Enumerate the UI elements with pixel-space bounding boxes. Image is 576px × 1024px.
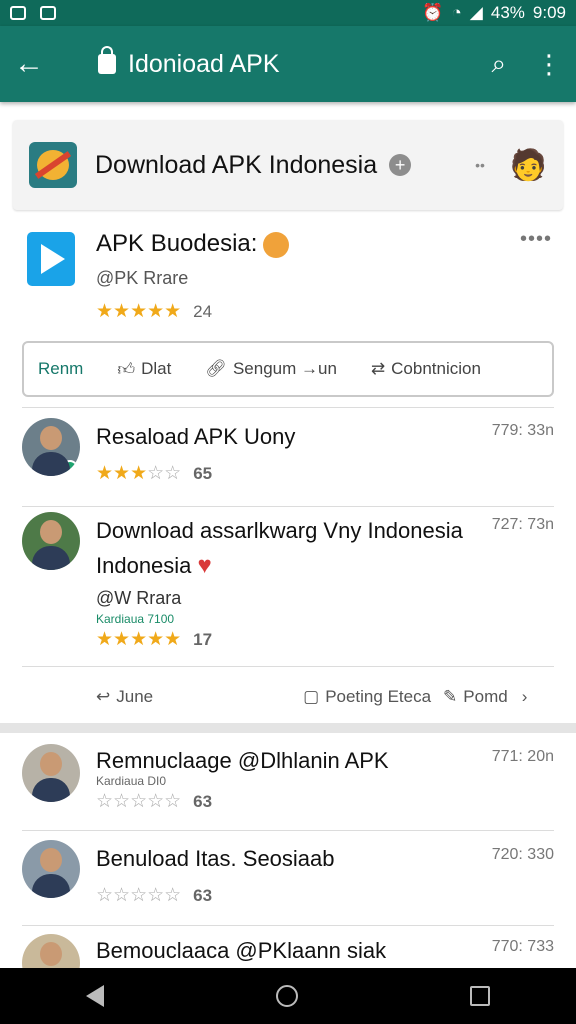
review-time: 727: 73n [491, 516, 554, 533]
battery-text: 43% [490, 3, 525, 22]
review-stars: ★★★★★ 17 [96, 629, 213, 650]
lock-icon [98, 46, 116, 74]
app-logo-icon [29, 142, 77, 188]
reviewer-name: Benuload Itas. Seosiaab [96, 846, 335, 871]
reviewer-meta: Kardiaua 7100 [96, 612, 175, 626]
thumb-up-icon: 👍︎ [117, 359, 136, 379]
verified-badge-icon [62, 460, 78, 476]
action-continue[interactable]: ⇄ Cobntnicion [371, 359, 481, 379]
divider [22, 666, 554, 667]
review-actions: ↩ June ▢ Poeting Eteca ✎ Pomd › [96, 682, 556, 712]
add-icon[interactable]: + [389, 154, 412, 176]
divider [22, 925, 554, 926]
divider [22, 407, 554, 408]
app-rating: ★★★★★ 24 [96, 300, 212, 323]
back-arrow-icon[interactable]: ← [14, 47, 58, 81]
time-text: 9:09 [532, 3, 566, 22]
header-card[interactable]: Download APK Indonesia + •• 🧑 [13, 120, 563, 210]
reviewer-handle: @W Rrara [96, 588, 182, 608]
reviewer-name: Download assarlkwarg Vny Indonesia [96, 518, 463, 543]
reviewer-name-line2: Indonesia ♥ [96, 552, 212, 579]
chevron-right-icon: › [521, 687, 528, 706]
avatar[interactable] [22, 934, 80, 968]
navigation-bar [0, 968, 576, 1024]
status-bar: ⏰ ◔ ◢ 43% 9:09 [0, 0, 576, 26]
reviewer-name: Resaload APK Uony [96, 424, 296, 449]
notification-icon [10, 6, 26, 20]
posting-button[interactable]: ▢ Poeting Eteca [303, 687, 431, 707]
nav-recents-icon[interactable] [470, 986, 490, 1006]
header-title: Download APK Indonesia [95, 150, 378, 179]
rating-count: 24 [193, 302, 213, 321]
reply-icon: ↩ [96, 687, 111, 706]
rating-stars: ★★★★★ [96, 301, 182, 322]
avatar[interactable] [22, 418, 80, 476]
user-avatar-icon[interactable]: 🧑 [510, 148, 547, 183]
sync-icon: ⇄ [370, 359, 386, 378]
app-info: APK Buodesia: @PK Rrare ★★★★★ 24 •••• [22, 224, 556, 334]
review-item[interactable]: Bemouclaaca @PKlaann siak 770: 733 [22, 932, 556, 968]
review-time: 720: 330 [491, 846, 554, 863]
more-options-icon[interactable]: •••• [520, 228, 552, 251]
reply-button[interactable]: ↩ June [96, 687, 153, 707]
divider [22, 506, 554, 507]
avatar[interactable] [22, 744, 80, 802]
divider [22, 830, 554, 831]
review-item[interactable]: Download assarlkwarg Vny Indonesia Indon… [22, 512, 556, 662]
notification-icon [40, 6, 56, 20]
review-item[interactable]: Remnuclaage @Dlhlanin APK 771: 20n Kardi… [22, 742, 556, 822]
app-developer: @PK Rrare [96, 268, 189, 288]
reviewer-name: Remnuclaage @Dlhlanin APK [96, 748, 389, 773]
page-title: Idonioad APK [128, 49, 280, 78]
action-dlat[interactable]: 👍︎ Dlat [117, 359, 171, 380]
app-bar: ← Idonioad APK ⌕ ⋮ [0, 26, 576, 102]
review-item[interactable]: Benuload Itas. Seosiaab 720: 330 ☆☆☆☆☆ 63 [22, 838, 556, 918]
edit-button[interactable]: ✎ Pomd › [443, 687, 527, 707]
review-stars: ☆☆☆☆☆ 63 [96, 885, 213, 906]
reviewer-meta: Kardiaua DI0 [96, 774, 167, 788]
alarm-icon: ⏰ [422, 3, 444, 22]
nav-home-icon[interactable] [276, 985, 298, 1007]
link-icon: 🔗︎ [205, 359, 227, 378]
heart-icon: ♥ [197, 552, 212, 579]
play-store-logo-icon [27, 232, 75, 286]
action-bar: Renm 👍︎ Dlat 🔗︎ Sengum →un ⇄ Cobntnicion [22, 341, 554, 397]
signal-icon: ◢ [469, 3, 483, 22]
review-time: 770: 733 [491, 938, 554, 955]
review-time: 771: 20n [491, 748, 554, 765]
action-renm[interactable]: Renm [38, 359, 83, 379]
edit-icon: ✎ [443, 687, 458, 706]
avatar[interactable] [22, 512, 80, 570]
section-separator [0, 723, 576, 733]
copy-icon: ▢ [303, 687, 320, 706]
wifi-icon: ◔ [451, 3, 462, 22]
emoji-icon [263, 231, 290, 258]
avatar[interactable] [22, 840, 80, 898]
nav-back-icon[interactable] [86, 985, 104, 1007]
action-share[interactable]: 🔗︎ Sengum →un [205, 359, 337, 379]
app-name: APK Buodesia: [96, 230, 290, 258]
dots-icon: •• [475, 157, 485, 173]
review-item[interactable]: Resaload APK Uony 779: 33n ★★★☆☆ 65 [22, 418, 556, 498]
search-icon[interactable]: ⌕ [491, 48, 506, 80]
review-stars: ★★★☆☆ 65 [96, 463, 213, 484]
review-stars: ☆☆☆☆☆ 63 [96, 791, 213, 812]
review-time: 779: 33n [491, 422, 554, 439]
overflow-menu-icon[interactable]: ⋮ [536, 49, 562, 80]
reviewer-name: Bemouclaaca @PKlaann siak [96, 938, 387, 963]
